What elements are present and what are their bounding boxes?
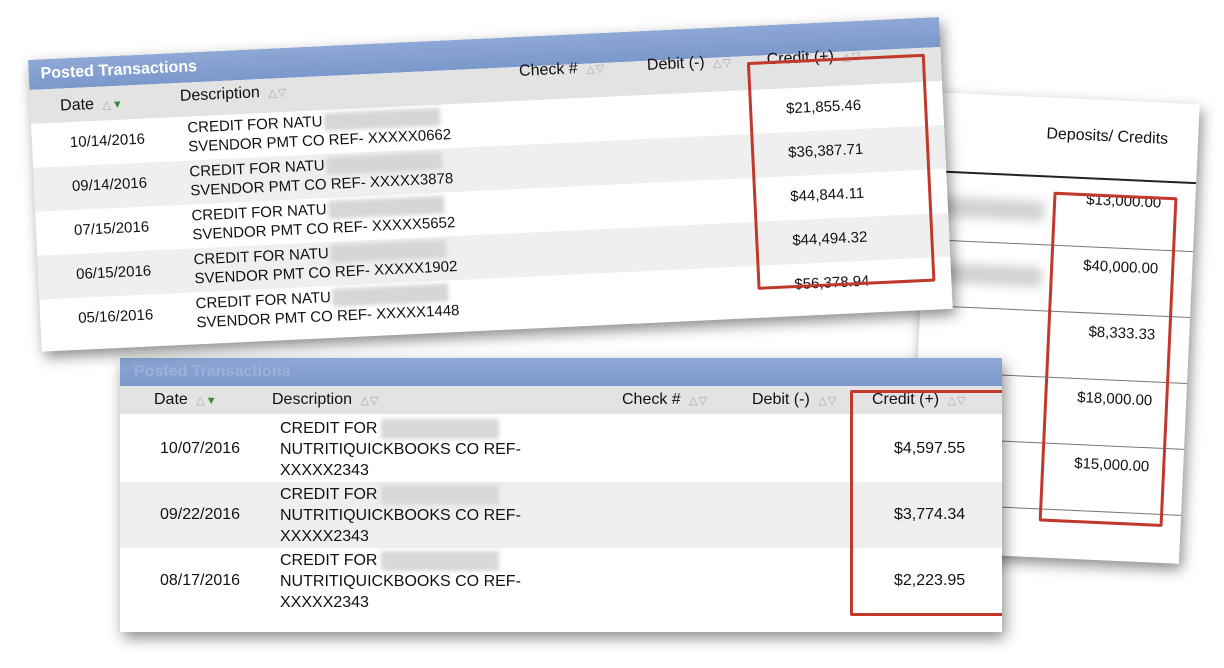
panel-title: Posted Transactions: [40, 58, 198, 83]
sort-arrows-icon[interactable]: △▼: [196, 395, 217, 407]
desc-line: CREDIT FOR: [280, 486, 378, 503]
highlight-box-deposits: [1038, 191, 1178, 527]
desc-line: XXXXX2343: [280, 462, 369, 479]
column-header-date[interactable]: Date △▼: [154, 391, 218, 409]
desc-line: CREDIT FOR: [280, 552, 378, 569]
redacted-text: [934, 196, 1046, 222]
redacted-text: [381, 484, 500, 505]
header-label: Check #: [518, 60, 579, 80]
transaction-description: CREDIT FOR NUTRITIQUICKBOOKS CO REF- XXX…: [280, 550, 521, 613]
column-header-debit[interactable]: Debit (-) △▽: [752, 391, 837, 409]
sort-arrows-icon[interactable]: △▽: [360, 395, 379, 407]
desc-line: NUTRITIQUICKBOOKS CO REF-: [280, 507, 521, 524]
transaction-date: 10/14/2016: [69, 130, 146, 152]
title-bar: Posted Transactions: [120, 358, 1002, 386]
column-header-date[interactable]: Date △▼: [60, 95, 124, 116]
desc-line: XXXXX2343: [280, 594, 369, 611]
top-transactions-card: Posted Transactions Date △▼ Description …: [28, 17, 953, 352]
column-header-check[interactable]: Check # △▽: [622, 391, 708, 409]
panel-title: Posted Transactions: [134, 363, 291, 380]
column-header-description[interactable]: Description △▽: [272, 391, 379, 409]
column-header-description[interactable]: Description △▽: [179, 83, 287, 106]
deposits-column-header: Deposits/ Credits: [926, 92, 1200, 185]
highlight-box-credits: [850, 390, 1002, 616]
deposits-credits-heading: Deposits/ Credits: [1046, 125, 1169, 148]
bottom-transactions-card: Posted Transactions Date △▼ Description …: [120, 358, 1002, 632]
transaction-date: 06/15/2016: [75, 262, 152, 283]
desc-line: XXXXX2343: [280, 528, 369, 545]
redacted-text: [381, 550, 500, 571]
redacted-text: [381, 418, 500, 439]
header-label: Description: [179, 84, 261, 105]
header-label: Debit (-): [752, 391, 810, 408]
transaction-description: CREDIT FOR NATU SVENDOR PMT CO REF- XXXX…: [195, 282, 460, 332]
desc-line: CREDIT FOR: [280, 420, 378, 437]
highlight-box-credits: [746, 53, 936, 290]
transaction-description: CREDIT FOR NUTRITIQUICKBOOKS CO REF- XXX…: [280, 418, 521, 481]
transaction-date: 10/07/2016: [160, 440, 241, 457]
transaction-description: CREDIT FOR NUTRITIQUICKBOOKS CO REF- XXX…: [280, 484, 521, 547]
header-label: Description: [272, 391, 353, 408]
transaction-date: 08/17/2016: [160, 572, 241, 589]
header-label: Debit (-): [646, 54, 706, 74]
column-header-debit[interactable]: Debit (-) △▽: [647, 53, 733, 75]
header-label: Date: [59, 95, 95, 115]
header-label: Check #: [622, 391, 681, 408]
transaction-date: 09/14/2016: [71, 174, 148, 196]
desc-line: NUTRITIQUICKBOOKS CO REF-: [280, 441, 521, 458]
transaction-date: 07/15/2016: [73, 218, 150, 240]
desc-line: NUTRITIQUICKBOOKS CO REF-: [280, 573, 521, 590]
transaction-date: 09/22/2016: [160, 506, 241, 523]
column-header-check[interactable]: Check # △▽: [519, 59, 606, 81]
sort-arrows-icon[interactable]: △▽: [713, 57, 732, 70]
sort-arrows-icon[interactable]: △▽: [586, 63, 605, 76]
sort-arrows-icon[interactable]: △▼: [102, 99, 124, 112]
transaction-date: 05/16/2016: [77, 306, 154, 327]
sort-arrows-icon[interactable]: △▽: [689, 395, 708, 407]
sort-arrows-icon[interactable]: △▽: [268, 87, 287, 100]
sort-arrows-icon[interactable]: △▽: [818, 395, 837, 407]
header-label: Date: [154, 391, 188, 408]
